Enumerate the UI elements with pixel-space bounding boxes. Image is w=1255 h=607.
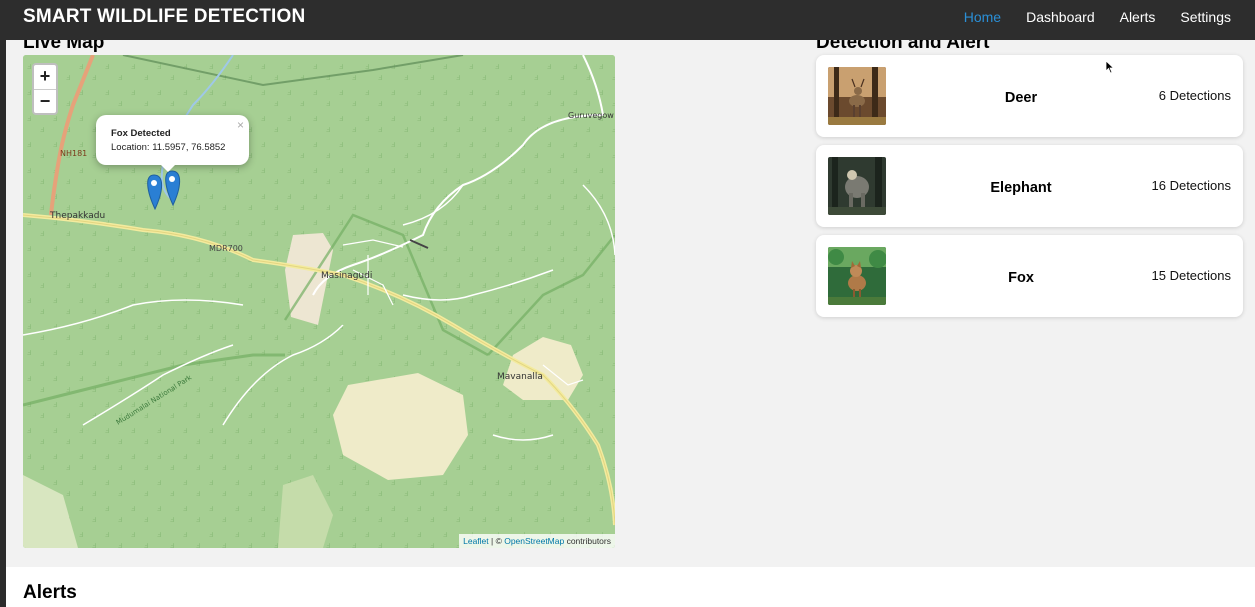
detection-count: 6 Detections <box>1158 88 1231 103</box>
alerts-section: Alerts <box>6 567 1255 607</box>
main-content: Live Map Detection and Alert ⅎ ⅎ <box>6 40 1255 567</box>
nav-settings-link[interactable]: Settings <box>1180 9 1231 25</box>
detection-title: Detection and Alert <box>816 40 990 53</box>
detection-card-fox[interactable]: Fox 15 Detections <box>816 235 1243 317</box>
attribution-separator: | © <box>488 536 505 546</box>
marker-popup: × Fox Detected Location: 11.5957, 76.585… <box>96 115 249 172</box>
live-map-title: Live Map <box>23 40 105 53</box>
label-mdr700: MDR700 <box>209 244 243 253</box>
detection-card-deer[interactable]: Deer 6 Detections <box>816 55 1243 137</box>
label-mavanalla: Mavanalla <box>497 372 543 382</box>
deer-photo-icon <box>828 67 886 125</box>
detection-count: 15 Detections <box>1151 268 1232 283</box>
attribution-suffix: contributors <box>564 536 611 546</box>
popup-tip <box>159 163 177 172</box>
detection-card-elephant[interactable]: Elephant 16 Detections <box>816 145 1243 227</box>
detection-name: Elephant <box>990 180 1052 196</box>
zoom-control: + − <box>32 63 58 115</box>
osm-link[interactable]: OpenStreetMap <box>504 536 564 546</box>
live-map[interactable]: ⅎ ⅎ <box>23 55 615 548</box>
fox-photo-icon <box>828 247 886 305</box>
detection-name: Fox <box>1008 270 1034 286</box>
popup-location: Location: 11.5957, 76.5852 <box>111 142 226 153</box>
zoom-out-button[interactable]: − <box>34 89 56 113</box>
detection-count: 16 Detections <box>1151 178 1232 193</box>
nav-home-link[interactable]: Home <box>964 9 1001 25</box>
app-title: SMART WILDLIFE DETECTION <box>23 6 306 27</box>
label-thepakkadu: Thepakkadu <box>49 211 105 221</box>
top-navbar: SMART WILDLIFE DETECTION Home Dashboard … <box>0 0 1255 40</box>
detection-name: Deer <box>1004 90 1038 106</box>
elephant-photo-icon <box>828 157 886 215</box>
popup-title: Fox Detected <box>111 128 171 139</box>
map-attribution: Leaflet | © OpenStreetMap contributors <box>459 534 615 548</box>
nav-menu: Home Dashboard Alerts Settings <box>964 9 1231 25</box>
label-guruvego: Guruvegow <box>568 111 614 120</box>
zoom-in-button[interactable]: + <box>34 65 56 89</box>
label-nh181: NH181 <box>60 149 87 158</box>
nav-dashboard-link[interactable]: Dashboard <box>1026 9 1095 25</box>
nav-alerts-link[interactable]: Alerts <box>1120 9 1156 25</box>
label-masinagudi: Masinagudi <box>321 271 372 281</box>
leaflet-link[interactable]: Leaflet <box>463 536 489 546</box>
mouse-cursor-icon <box>1105 60 1115 74</box>
popup-close-icon[interactable]: × <box>237 118 244 132</box>
alerts-title: Alerts <box>23 582 77 603</box>
